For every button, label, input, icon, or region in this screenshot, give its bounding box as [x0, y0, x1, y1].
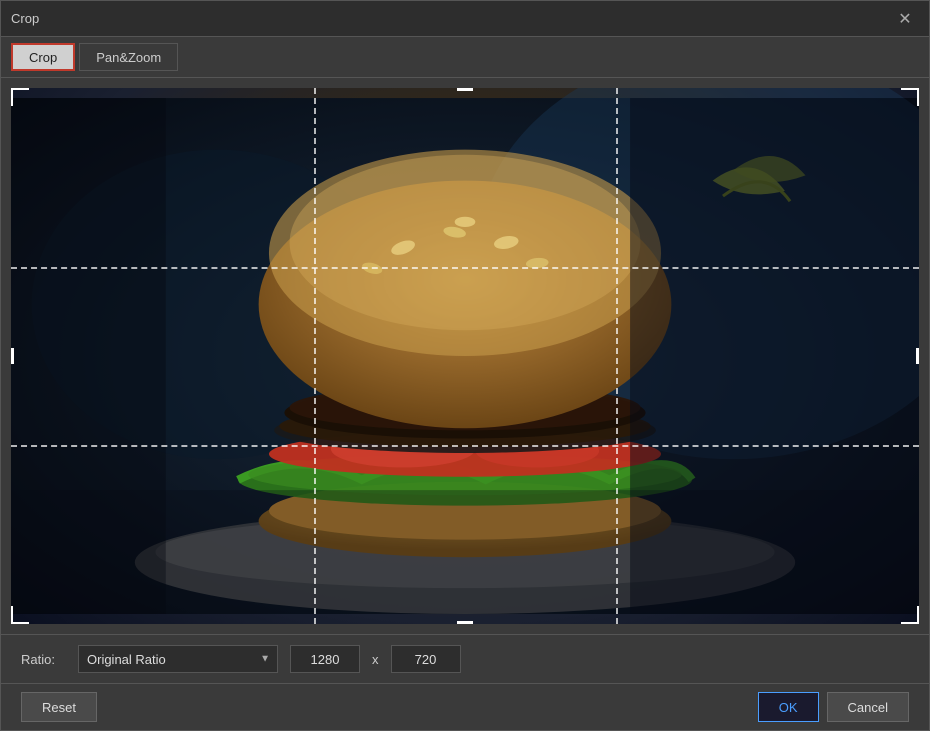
height-input[interactable]	[391, 645, 461, 673]
bottom-controls: Ratio: Original Ratio 16:9 4:3 1:1 9:16 …	[1, 634, 929, 683]
tab-panzoom[interactable]: Pan&Zoom	[79, 43, 178, 71]
cancel-button[interactable]: Cancel	[827, 692, 909, 722]
ok-button[interactable]: OK	[758, 692, 819, 722]
width-input[interactable]	[290, 645, 360, 673]
tab-crop[interactable]: Crop	[11, 43, 75, 71]
reset-button[interactable]: Reset	[21, 692, 97, 722]
ratio-label: Ratio:	[21, 652, 66, 667]
burger-image	[11, 88, 919, 624]
tabs-bar: Crop Pan&Zoom	[1, 37, 929, 78]
crop-dialog: Crop ✕ Crop Pan&Zoom	[0, 0, 930, 731]
image-area	[11, 88, 919, 624]
dialog-title: Crop	[11, 11, 39, 26]
close-button[interactable]: ✕	[891, 5, 919, 33]
title-bar: Crop ✕	[1, 1, 929, 37]
ratio-select[interactable]: Original Ratio 16:9 4:3 1:1 9:16 Custom	[78, 645, 278, 673]
burger-svg	[11, 88, 919, 624]
dimension-separator: x	[372, 652, 379, 667]
ratio-select-wrapper: Original Ratio 16:9 4:3 1:1 9:16 Custom	[78, 645, 278, 673]
action-buttons: OK Cancel	[758, 692, 909, 722]
footer-bar: Reset OK Cancel	[1, 683, 929, 730]
